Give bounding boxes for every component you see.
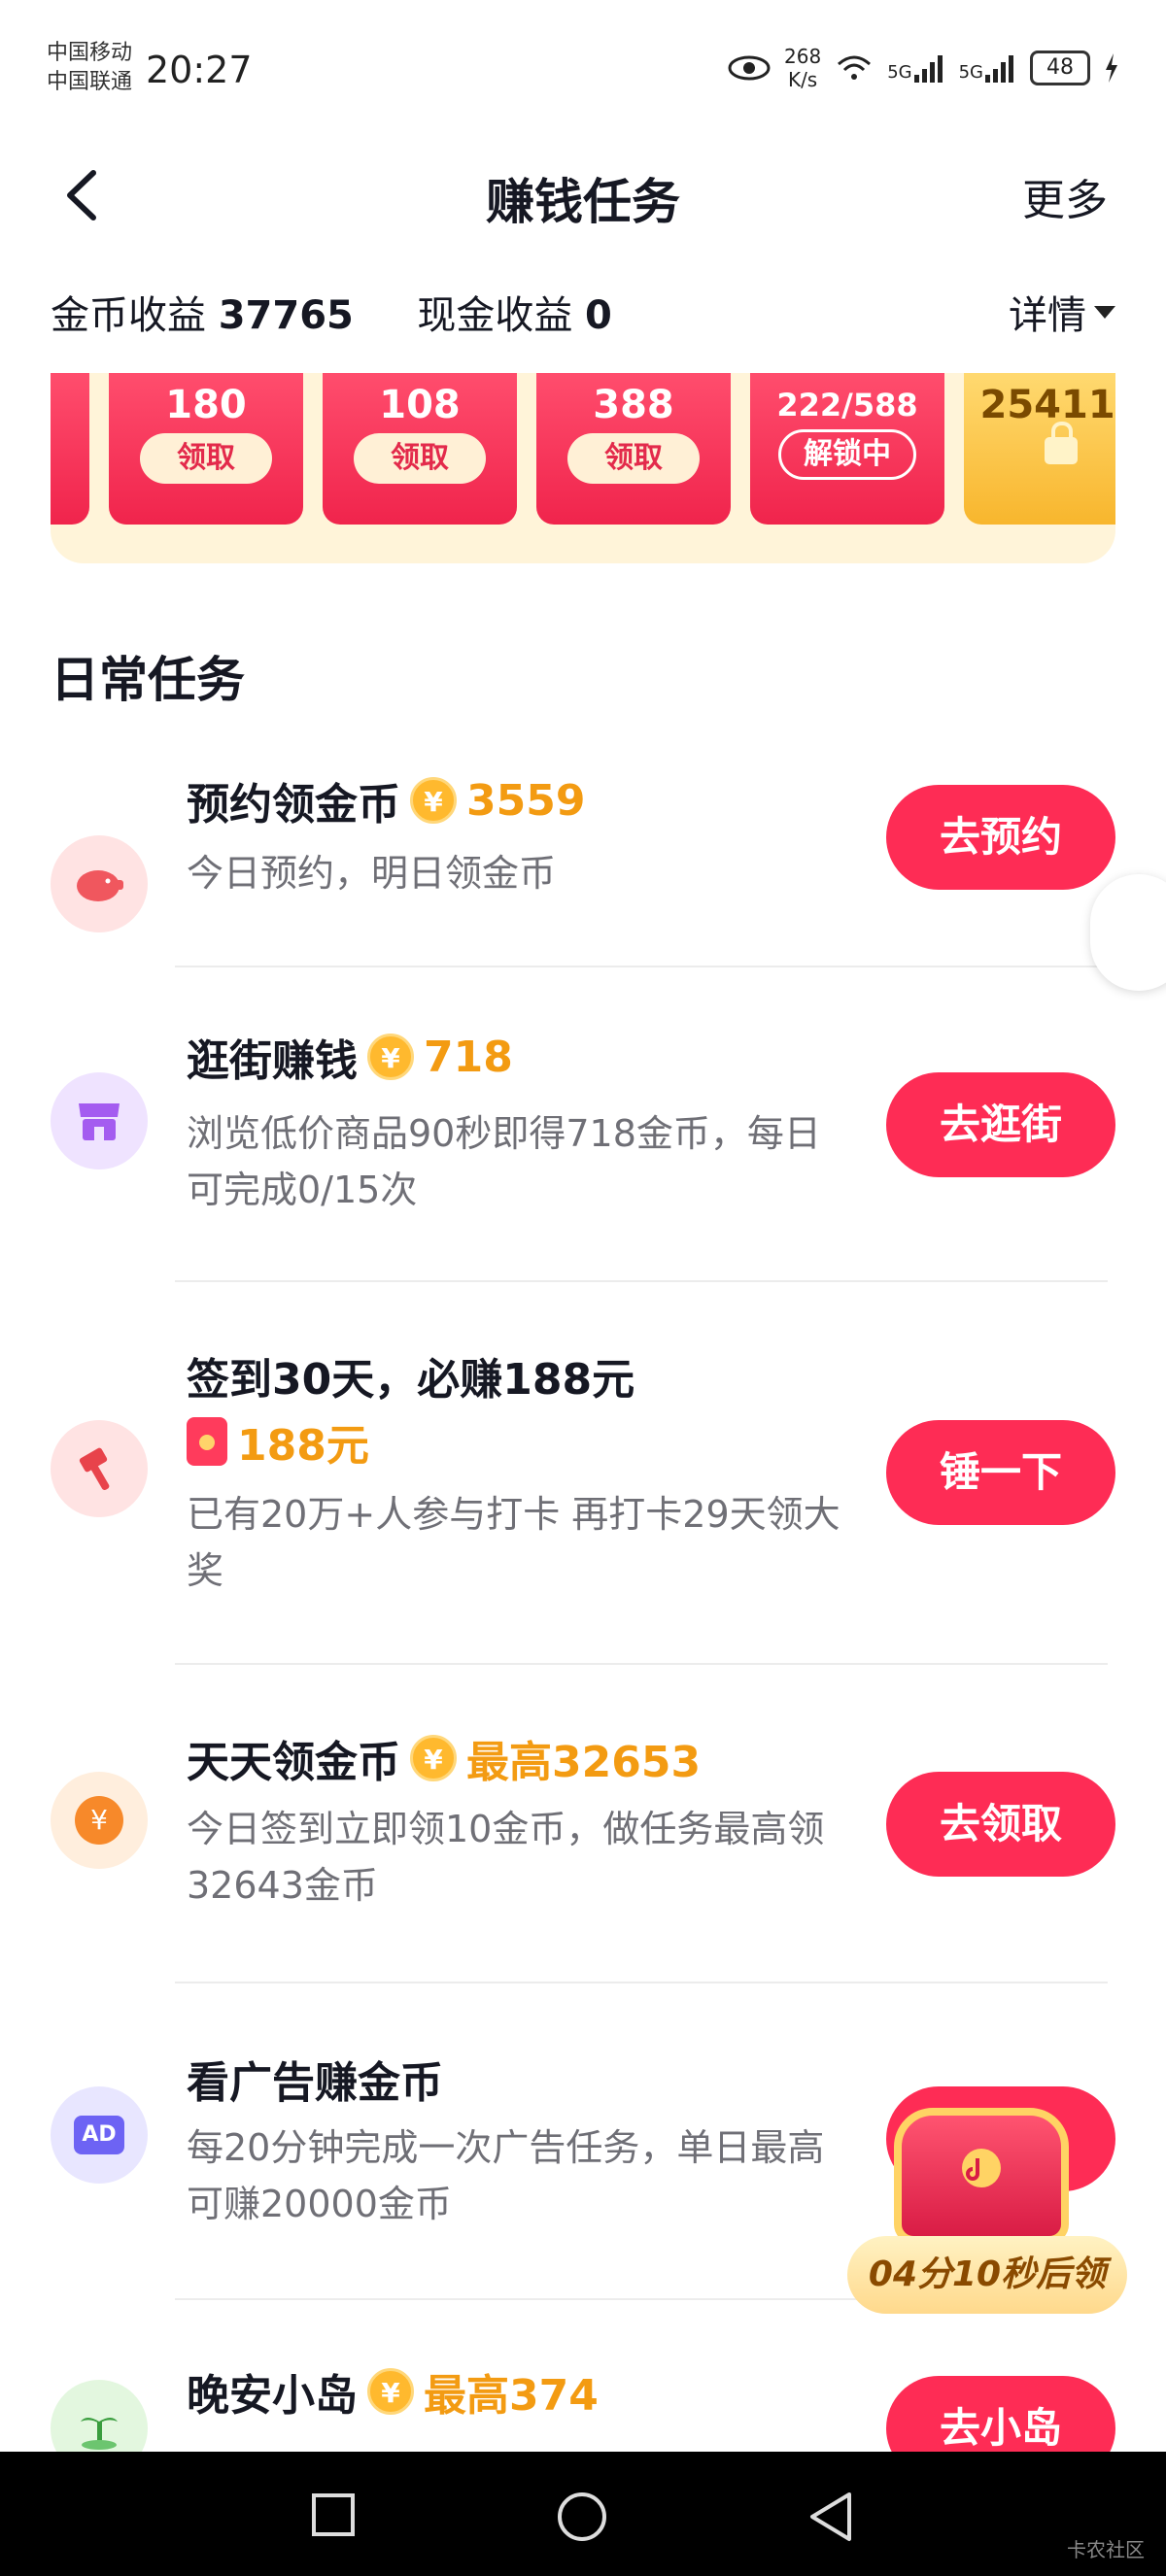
task-description: 每20分钟完成一次广告任务，单日最高可赚20000金币: [187, 2126, 825, 2225]
task-description: 已有20万+人参与打卡 再打卡29天领大奖: [187, 1493, 840, 1592]
task-reward: 最高32653: [466, 1738, 702, 1787]
more-button[interactable]: 更多: [1022, 165, 1108, 227]
details-label: 详情: [1009, 293, 1086, 338]
coin-icon: ¥: [410, 1735, 457, 1781]
task-title: 逛街赚钱: [187, 1036, 358, 1086]
details-button[interactable]: 详情: [1009, 284, 1115, 340]
yuan-coin-icon: ¥: [51, 1772, 148, 1869]
cash-earnings-label: 现金收益: [417, 293, 573, 338]
chest-timer[interactable]: 04分10秒后领: [847, 2236, 1127, 2314]
reward-card-locked[interactable]: 254112: [964, 373, 1115, 525]
cash-earnings-value: 0: [585, 293, 612, 338]
piggy-bank-icon: [51, 835, 148, 932]
task-title: 天天领金币: [187, 1738, 400, 1787]
treasure-chest-icon[interactable]: [884, 2079, 1079, 2244]
speed-value: 268: [784, 45, 822, 68]
divider: [175, 1280, 1108, 1282]
task-title-row: 晚安小岛 ¥ 最高374: [187, 2360, 599, 2423]
reward-amount: 180: [165, 383, 247, 427]
coin-icon: ¥: [367, 2368, 414, 2415]
charging-icon: [1106, 53, 1117, 83]
reward-card[interactable]: 180 领取: [109, 373, 303, 525]
task-description: 浏览低价商品90秒即得718金币，每日可完成0/15次: [187, 1112, 821, 1211]
shop-icon: [51, 1072, 148, 1169]
divider: [175, 1982, 1108, 1983]
shop-button[interactable]: 去逛街: [886, 1072, 1115, 1177]
task-title-row: 天天领金币 ¥ 最高32653: [187, 1727, 701, 1789]
unlocking-button[interactable]: 解锁中: [778, 429, 916, 480]
clock: 20:27: [146, 49, 253, 91]
coin-earnings-value: 37765: [218, 293, 354, 338]
carriers: 中国移动 中国联通: [47, 39, 132, 97]
speed-unit: K/s: [787, 68, 818, 91]
task-description: 今日预约，明日领金币: [187, 852, 557, 895]
earnings-summary: 金币收益 37765 现金收益 0: [51, 284, 612, 340]
claim-button[interactable]: 领取: [140, 433, 272, 484]
network-speed: 268 K/s: [784, 45, 821, 91]
reward-strip[interactable]: 180 领取 108 领取 388 领取 222/588 解锁中 254112: [51, 373, 1115, 563]
reward-card-partial[interactable]: [51, 373, 89, 525]
task-title-row: 看广告赚金币: [187, 2048, 443, 2110]
section-title: 日常任务: [51, 652, 245, 708]
ad-icon: AD: [51, 2086, 148, 2184]
task-title-row: 逛街赚钱 ¥ 718: [187, 1026, 513, 1088]
back-icon[interactable]: [806, 2491, 855, 2543]
divider: [175, 966, 1108, 967]
status-bar: 中国移动 中国联通 20:27 268 K/s 5G 5G 48: [0, 0, 1166, 146]
signal-2-label: 5G: [958, 62, 983, 83]
ad-badge: AD: [74, 2116, 124, 2154]
hammer-icon: [51, 1420, 148, 1517]
lock-icon: [1045, 422, 1078, 464]
red-packet-icon: [187, 1417, 227, 1466]
task-title-row: 预约领金币 ¥ 3559: [187, 769, 585, 831]
coin-icon: ¥: [410, 777, 457, 824]
carrier-1: 中国移动: [47, 41, 133, 65]
battery-indicator: 48: [1030, 51, 1090, 85]
floating-side-button[interactable]: [1090, 874, 1166, 991]
home-icon[interactable]: [556, 2491, 608, 2543]
claim-button[interactable]: 领取: [567, 433, 700, 484]
carrier-2: 中国联通: [47, 70, 133, 94]
task-title: 预约领金币: [187, 780, 400, 830]
recent-apps-icon[interactable]: [309, 2491, 358, 2539]
nav-bar: 赚钱任务 更多: [0, 146, 1166, 243]
claim-button[interactable]: 领取: [354, 433, 486, 484]
signal-1-icon: 5G: [887, 53, 944, 83]
signal-2-icon: 5G: [959, 53, 1016, 83]
reward-amount: 108: [379, 383, 461, 427]
coin-icon: ¥: [367, 1034, 414, 1080]
task-description: 今日签到立即领10金币，做任务最高领32643金币: [187, 1808, 825, 1907]
divider: [175, 1663, 1108, 1665]
task-reward: 718: [424, 1032, 513, 1082]
coin-earnings-label: 金币收益: [51, 293, 206, 338]
hammer-button[interactable]: 锤一下: [886, 1420, 1115, 1525]
task-title: 晚安小岛: [187, 2371, 358, 2421]
task-reward: 3559: [466, 775, 586, 826]
reward-card[interactable]: 388 领取: [536, 373, 731, 525]
status-icons: 268 K/s 5G 5G 48: [728, 45, 1119, 91]
reward-card[interactable]: 222/588 解锁中: [750, 373, 944, 525]
wifi-icon: [838, 55, 872, 80]
page-title: 赚钱任务: [486, 174, 680, 230]
reward-card[interactable]: 108 领取: [323, 373, 517, 525]
yuan-symbol: ¥: [75, 1796, 123, 1845]
reward-progress: 222/588: [776, 387, 918, 424]
reserve-button[interactable]: 去预约: [886, 785, 1115, 890]
caret-down-icon: [1094, 305, 1115, 319]
claim-coins-button[interactable]: 去领取: [886, 1772, 1115, 1877]
reward-amount: 388: [593, 383, 674, 427]
task-title: 签到30天，必赚188元: [187, 1355, 635, 1405]
watermark: 卡农社区: [1067, 2538, 1145, 2561]
task-title: 看广告赚金币: [187, 2058, 443, 2108]
system-nav-bar: 卡农社区: [0, 2452, 1166, 2576]
task-title-row: 签到30天，必赚188元: [187, 1344, 634, 1407]
eye-icon: [728, 55, 771, 81]
task-reward-row: 188元: [187, 1410, 369, 1473]
signal-1-label: 5G: [887, 62, 912, 83]
task-reward: 188元: [237, 1421, 369, 1471]
reward-amount: 254112: [979, 383, 1116, 427]
task-reward: 最高374: [424, 2371, 599, 2421]
